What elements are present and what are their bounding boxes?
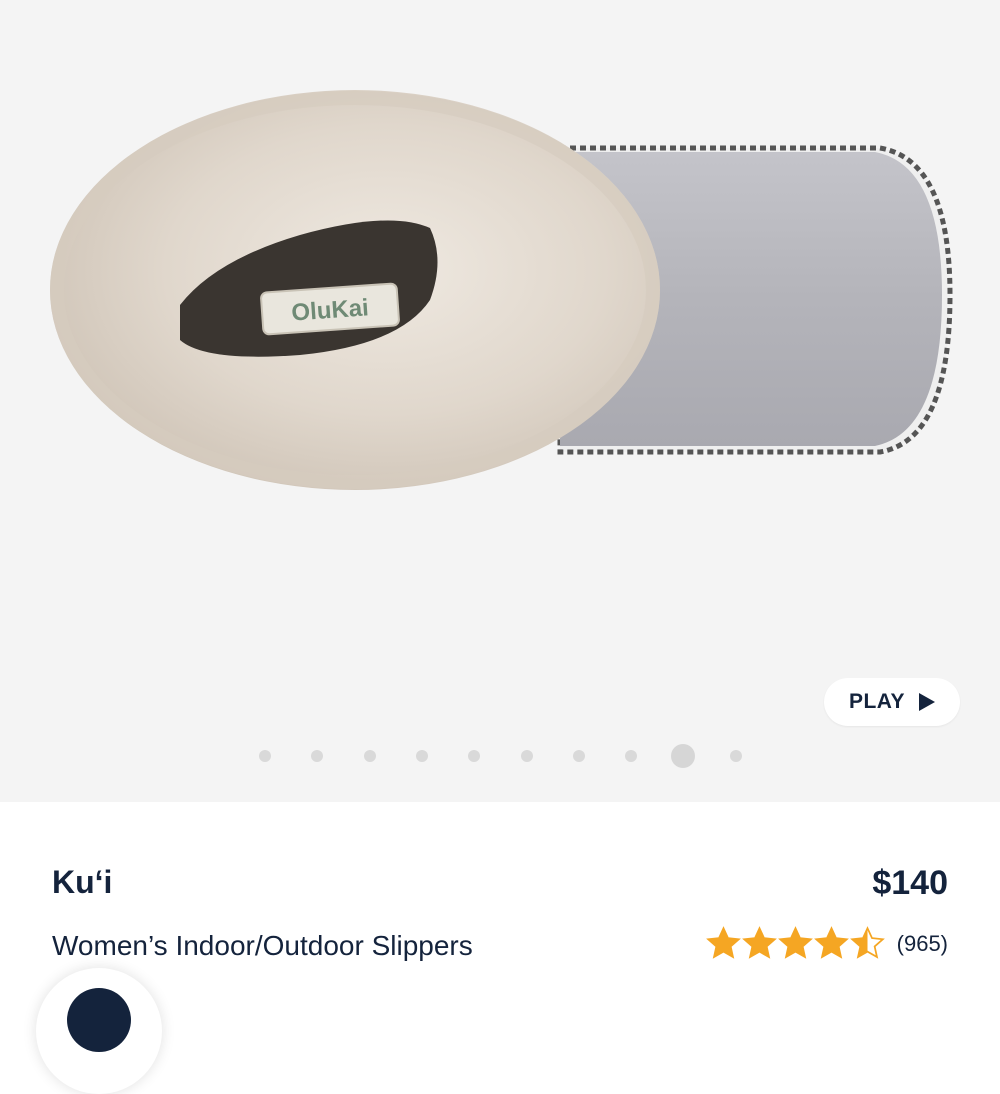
product-info: Ku‘i $140 Women’s Indoor/Outdoor Slipper… [0, 802, 1000, 1000]
pagination-dot[interactable] [311, 750, 324, 762]
pagination-dot[interactable] [520, 750, 533, 762]
pagination-dot[interactable] [729, 750, 742, 762]
product-price: $140 [872, 864, 948, 902]
pagination-dot[interactable] [625, 750, 638, 762]
rating-stars [705, 926, 885, 961]
star-icon [741, 926, 777, 959]
svg-text:OluKai: OluKai [291, 294, 370, 326]
pagination-dot[interactable] [572, 750, 585, 762]
gallery-pagination [0, 744, 1000, 768]
pagination-dot[interactable] [363, 750, 376, 762]
play-label: PLAY [848, 690, 906, 713]
star-icon [813, 926, 849, 959]
play-video-button[interactable]: PLAY [824, 678, 960, 726]
product-rating[interactable]: (965) [705, 926, 948, 961]
brand-logo: OluKai [260, 282, 400, 336]
product-gallery[interactable]: OluKai PLAY [0, 0, 1000, 802]
product-subtitle: Women’s Indoor/Outdoor Slippers [52, 930, 473, 961]
chat-button[interactable] [36, 968, 162, 1094]
chat-icon [67, 988, 131, 1052]
play-icon [919, 693, 936, 711]
star-icon [777, 926, 813, 959]
pagination-dot[interactable] [415, 750, 428, 762]
pagination-dot[interactable] [671, 744, 696, 768]
pagination-dot[interactable] [468, 750, 481, 762]
star-icon [705, 926, 741, 959]
review-count: (965) [896, 930, 948, 956]
pagination-dot[interactable] [259, 750, 271, 762]
product-name: Ku‘i [52, 864, 113, 900]
star-icon [849, 926, 885, 959]
